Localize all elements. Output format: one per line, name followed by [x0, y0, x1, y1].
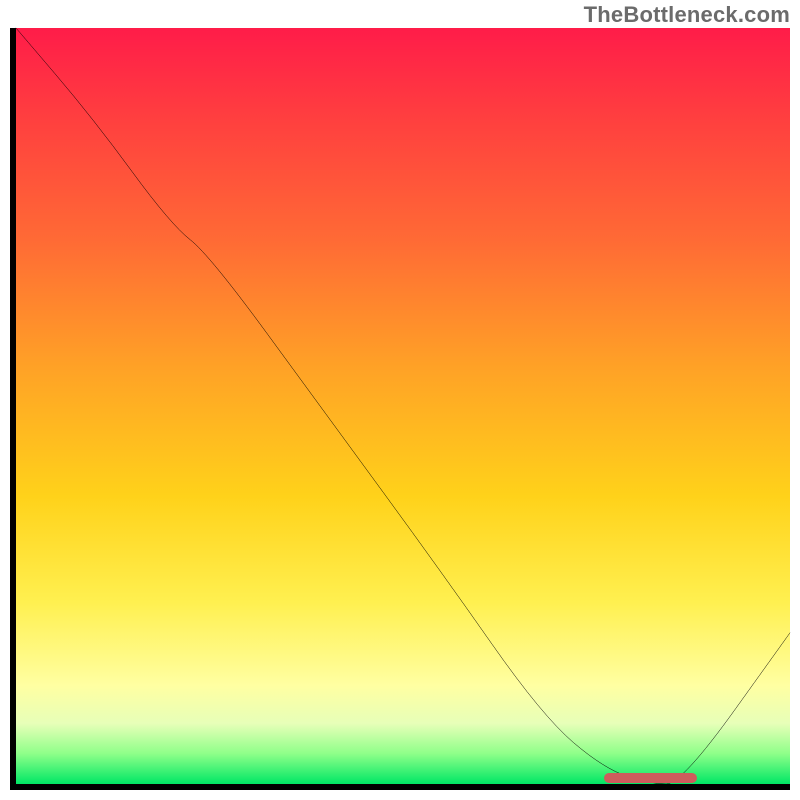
bottleneck-curve — [16, 28, 790, 784]
plot-area — [10, 28, 790, 790]
chart-container: TheBottleneck.com — [0, 0, 800, 800]
attribution-label: TheBottleneck.com — [584, 2, 790, 28]
trough-marker — [604, 773, 697, 783]
